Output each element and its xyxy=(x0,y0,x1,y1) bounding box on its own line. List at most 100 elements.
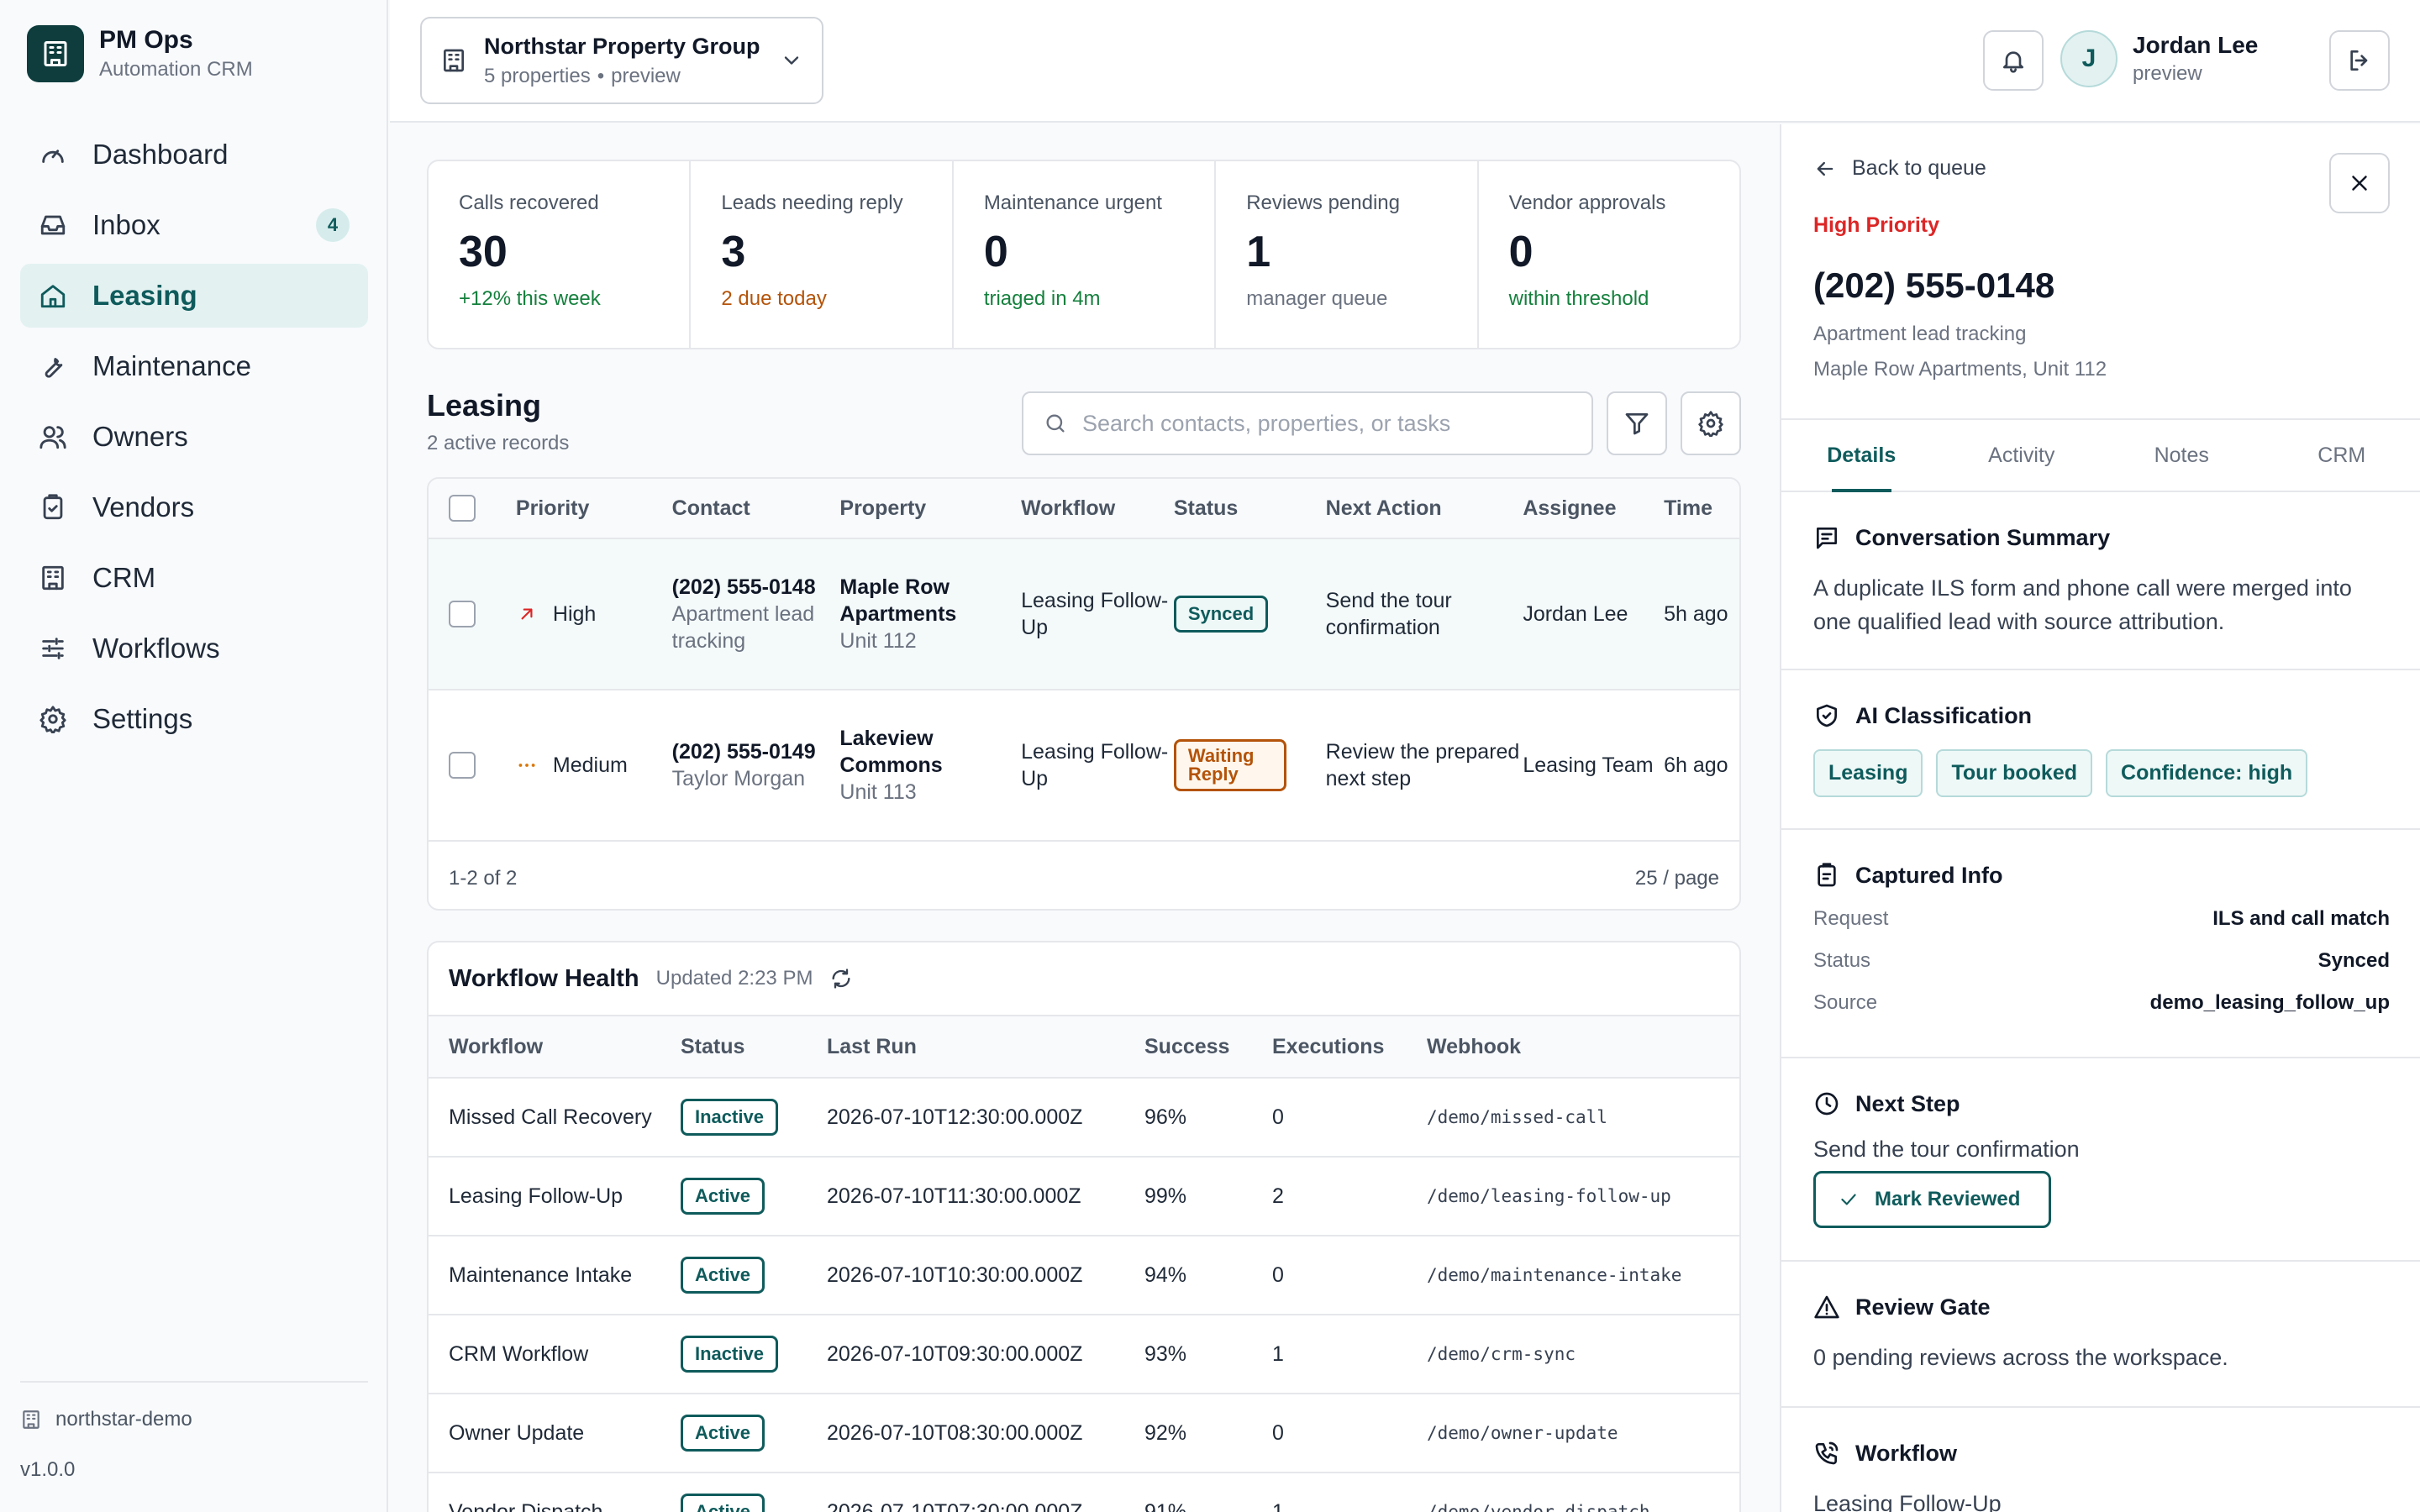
kpi-value: 0 xyxy=(983,228,1008,276)
kpi-card[interactable]: Maintenance urgent 0 triaged in 4m xyxy=(954,161,1217,348)
workflow-section: Workflow Leasing Follow-Up xyxy=(1781,1408,2420,1512)
workflow-row[interactable]: Vendor Dispatch Active 2026-07-10T07:30:… xyxy=(429,1473,1739,1512)
mark-reviewed-button[interactable]: Mark Reviewed xyxy=(1813,1171,2052,1228)
column-header[interactable]: Status xyxy=(1174,496,1326,521)
back-to-queue-link[interactable]: Back to queue xyxy=(1813,156,1986,181)
conversation-summary-section: Conversation Summary A duplicate ILS for… xyxy=(1781,492,2420,670)
column-header[interactable]: Workflow xyxy=(1021,496,1174,521)
notifications-button[interactable] xyxy=(1983,30,2044,91)
kpi-label: Reviews pending xyxy=(1246,192,1400,214)
kpi-subtext: manager queue xyxy=(1246,287,1388,310)
kpi-card[interactable]: Reviews pending 1 manager queue xyxy=(1216,161,1479,348)
nav-item-leasing[interactable]: Leasing xyxy=(20,264,368,328)
detail-tabs: Details Activity Notes CRM xyxy=(1781,418,2420,492)
captured-key: Source xyxy=(1813,991,1878,1014)
table-row[interactable]: Medium (202) 555-0149 Taylor Morgan Lake… xyxy=(429,690,1739,842)
priority-label: High xyxy=(552,601,597,626)
refresh-icon[interactable] xyxy=(829,967,853,990)
tenant-indicator: northstar-demo xyxy=(20,1408,368,1431)
check-icon xyxy=(1838,1189,1860,1210)
organization-switcher[interactable]: Northstar Property Group 5 properties • pr… xyxy=(420,17,823,104)
nav-item-dashboard[interactable]: Dashboard xyxy=(20,123,368,186)
inbox-count-badge: 4 xyxy=(316,208,350,242)
webhook-path: /demo/owner-update xyxy=(1427,1423,1618,1443)
logout-button[interactable] xyxy=(2329,30,2390,91)
nav-item-inbox[interactable]: Inbox 4 xyxy=(20,193,368,257)
last-run: 2026-07-10T10:30:00.000Z xyxy=(827,1263,1083,1287)
time-cell: 6h ago xyxy=(1664,753,1728,777)
main-nav: Dashboard Inbox 4 Leasing Maintenance Ow… xyxy=(20,123,368,758)
last-updated: Updated 2:23 PM xyxy=(655,967,813,990)
captured-row: Status Synced xyxy=(1813,949,2390,973)
row-checkbox[interactable] xyxy=(449,752,476,779)
nav-item-vendors[interactable]: Vendors xyxy=(20,475,368,539)
detail-location: Maple Row Apartments, Unit 112 xyxy=(1813,358,2107,381)
workflow-row[interactable]: Missed Call Recovery Inactive 2026-07-10… xyxy=(429,1079,1739,1158)
row-checkbox[interactable] xyxy=(449,601,476,627)
next-action-cell: Send the tour confirmation xyxy=(1325,589,1452,639)
nav-item-settings[interactable]: Settings xyxy=(20,687,368,751)
column-header: Webhook xyxy=(1427,1034,1522,1058)
brand[interactable]: PM Ops Automation CRM xyxy=(27,25,253,82)
workflow-row[interactable]: Leasing Follow-Up Active 2026-07-10T11:3… xyxy=(429,1158,1739,1236)
users-icon xyxy=(39,423,67,451)
nav-item-owners[interactable]: Owners xyxy=(20,405,368,469)
captured-value: demo_leasing_follow_up xyxy=(2149,991,2390,1014)
column-header[interactable]: Priority xyxy=(516,496,672,521)
column-header: Status xyxy=(681,1034,745,1058)
kpi-card[interactable]: Calls recovered 30 +12% this week xyxy=(429,161,692,348)
nav-item-maintenance[interactable]: Maintenance xyxy=(20,334,368,398)
tab-notes[interactable]: Notes xyxy=(2102,420,2262,491)
last-run: 2026-07-10T12:30:00.000Z xyxy=(827,1105,1083,1129)
contact-phone[interactable]: (202) 555-0149 xyxy=(672,738,840,765)
search-input[interactable] xyxy=(1082,410,1571,437)
tenant-name: northstar-demo xyxy=(55,1408,192,1431)
detail-phone: (202) 555-0148 xyxy=(1813,265,2055,305)
property-cell: Lakeview Commons Unit 113 xyxy=(839,725,1021,806)
kpi-card[interactable]: Vendor approvals 0 within threshold xyxy=(1479,161,1739,348)
workflow-cell: Leasing Follow-Up xyxy=(1021,589,1169,639)
column-header[interactable]: Time xyxy=(1664,496,1739,521)
filter-button[interactable] xyxy=(1607,391,1667,455)
gear-icon xyxy=(1697,410,1724,437)
select-all-checkbox[interactable] xyxy=(449,495,476,522)
column-header[interactable]: Assignee xyxy=(1523,496,1664,521)
organization-mode: preview xyxy=(611,64,681,87)
captured-row: Request ILS and call match xyxy=(1813,907,2390,931)
column-header[interactable]: Contact xyxy=(672,496,840,521)
leasing-table: Priority Contact Property Workflow Statu… xyxy=(427,477,1741,911)
captured-info-section: Captured Info Request ILS and call match … xyxy=(1781,830,2420,1058)
tab-crm[interactable]: CRM xyxy=(2262,420,2420,491)
kpi-card[interactable]: Leads needing reply 3 2 due today xyxy=(691,161,954,348)
success-rate: 94% xyxy=(1144,1263,1187,1287)
column-header[interactable]: Property xyxy=(839,496,1021,521)
assignee-cell: Leasing Team xyxy=(1523,753,1654,777)
kpi-strip: Calls recovered 30 +12% this week Leads … xyxy=(427,160,1741,349)
nav-item-workflows[interactable]: Workflows xyxy=(20,617,368,680)
page-size-select[interactable]: 25 / page xyxy=(1635,867,1719,890)
priority-label: Medium xyxy=(552,753,628,777)
tab-activity[interactable]: Activity xyxy=(1942,420,2102,491)
top-header: Northstar Property Group 5 properties • pr… xyxy=(390,0,2420,123)
building-icon xyxy=(39,564,67,592)
workflow-row[interactable]: Maintenance Intake Active 2026-07-10T10:… xyxy=(429,1236,1739,1315)
table-settings-button[interactable] xyxy=(1681,391,1741,455)
tab-details[interactable]: Details xyxy=(1781,420,1942,492)
workflow-row[interactable]: Owner Update Active 2026-07-10T08:30:00.… xyxy=(429,1394,1739,1473)
success-rate: 99% xyxy=(1144,1184,1187,1208)
contact-phone[interactable]: (202) 555-0148 xyxy=(672,574,840,601)
workflow-row[interactable]: CRM Workflow Inactive 2026-07-10T09:30:0… xyxy=(429,1315,1739,1394)
kpi-value: 3 xyxy=(721,228,746,276)
classification-tag: Leasing xyxy=(1813,749,1923,797)
table-row[interactable]: High (202) 555-0148 Apartment lead track… xyxy=(429,539,1739,690)
user-name: Jordan Lee xyxy=(2133,32,2259,58)
nav-label: Vendors xyxy=(92,491,195,522)
user-menu[interactable]: J Jordan Lee preview xyxy=(2060,30,2258,87)
last-run: 2026-07-10T11:30:00.000Z xyxy=(827,1184,1081,1208)
captured-key: Request xyxy=(1813,907,1889,930)
clipboard-check-icon xyxy=(39,493,67,522)
organization-name: Northstar Property Group xyxy=(484,33,760,59)
column-header[interactable]: Next Action xyxy=(1326,496,1523,521)
nav-item-crm[interactable]: CRM xyxy=(20,546,368,610)
close-panel-button[interactable] xyxy=(2329,153,2390,213)
